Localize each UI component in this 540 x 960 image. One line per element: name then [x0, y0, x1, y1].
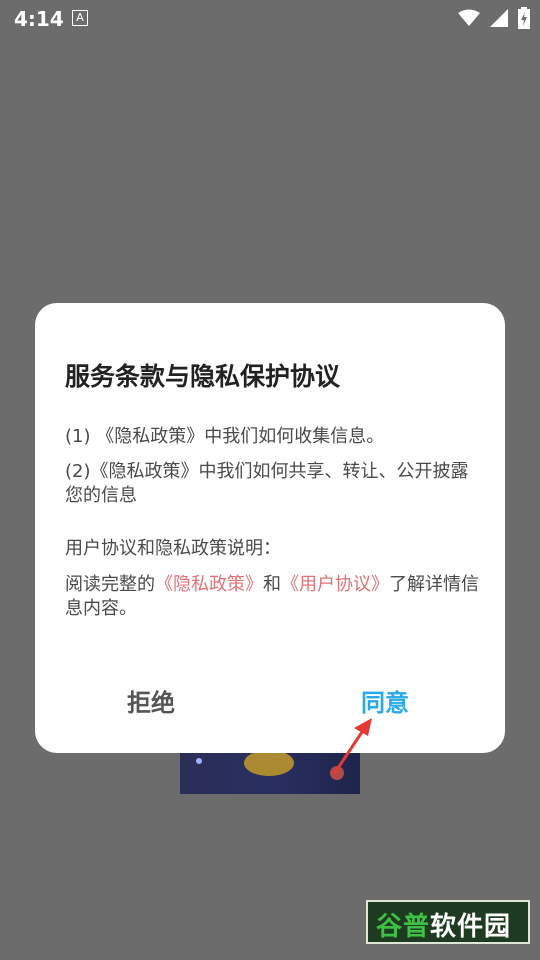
- battery-icon: [518, 7, 530, 29]
- user-agreement-link[interactable]: 《用户协议》: [281, 574, 389, 595]
- reject-button[interactable]: 拒绝: [127, 683, 175, 718]
- banner-decoration: [196, 758, 202, 764]
- watermark-white: 软件园: [430, 912, 512, 942]
- site-watermark-logo: 谷普软件园: [366, 900, 530, 944]
- status-bar: 4:14 A: [0, 0, 540, 36]
- privacy-agreement-dialog: 服务条款与隐私保护协议 (1) 《隐私政策》中我们如何收集信息。 (2)《隐私政…: [35, 303, 505, 753]
- pointer-arrow-icon: [332, 718, 372, 775]
- line4-prefix: 阅读完整的: [65, 574, 155, 595]
- wifi-icon: [458, 9, 480, 26]
- privacy-policy-link[interactable]: 《隐私政策》: [155, 574, 263, 595]
- line4-and: 和: [263, 574, 281, 595]
- dialog-line-4: 阅读完整的《隐私政策》和《用户协议》了解详情信息内容。: [65, 573, 483, 621]
- dialog-line-2: (2)《隐私政策》中我们如何共享、转让、公开披露您的信息: [65, 461, 469, 506]
- banner-fish-shape: [244, 750, 294, 776]
- status-time: 4:14: [14, 7, 64, 31]
- accessibility-a-icon: A: [72, 10, 88, 26]
- status-icons: [458, 7, 530, 29]
- dialog-line-1: (1) 《隐私政策》中我们如何收集信息。: [65, 426, 385, 447]
- signal-icon: [490, 9, 508, 27]
- watermark-green: 谷普: [376, 912, 431, 942]
- dialog-line-3: 用户协议和隐私政策说明：: [65, 538, 281, 559]
- dialog-title: 服务条款与隐私保护协议: [65, 362, 341, 391]
